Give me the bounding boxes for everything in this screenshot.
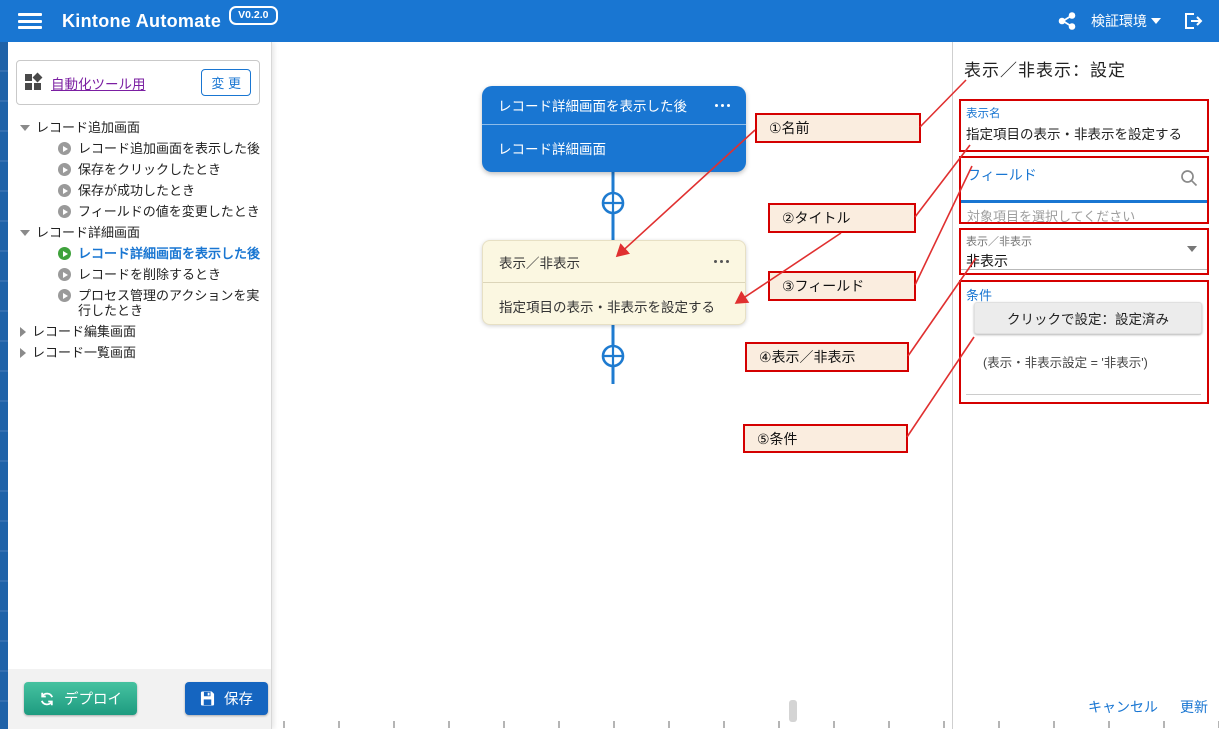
condition-expression: (表示・非表示設定 = '非表示') — [983, 352, 1148, 371]
scrollbar-thumb[interactable] — [789, 700, 797, 722]
tree-group-record-detail[interactable]: レコード詳細画面 — [20, 222, 271, 243]
tree-group-record-list[interactable]: レコード一覧画面 — [20, 342, 271, 363]
condition-set-button[interactable]: クリックで設定：設定済み — [974, 302, 1202, 334]
chevron-down-icon[interactable] — [1187, 246, 1197, 252]
tree-item[interactable]: 保存が成功したとき — [20, 180, 271, 201]
play-icon-active — [58, 247, 71, 260]
add-node-button[interactable] — [603, 193, 623, 213]
chevron-down-icon — [1151, 18, 1161, 24]
tree-group-record-add[interactable]: レコード追加画面 — [20, 117, 271, 138]
play-icon — [58, 142, 71, 155]
tree-item[interactable]: プロセス管理のアクションを実行したとき — [20, 285, 271, 321]
condition-group: 条件 クリックで設定：設定済み (表示・非表示設定 = '非表示') — [959, 280, 1209, 404]
field-search-group: フィールド 対象項目を選択してください — [959, 156, 1209, 224]
settings-panel: 表示／非表示：設定 表示名 指定項目の表示・非表示を設定する フィールド 対象項… — [952, 42, 1219, 729]
hamburger-menu-icon[interactable] — [18, 13, 42, 29]
update-link[interactable]: 更新 — [1180, 697, 1208, 717]
environment-selector[interactable]: 検証環境 — [1091, 11, 1161, 31]
share-icon[interactable] — [1057, 11, 1077, 31]
action-node[interactable]: 表示／非表示 指定項目の表示・非表示を設定する — [482, 240, 746, 325]
action-node-subtitle: 指定項目の表示・非表示を設定する — [483, 283, 745, 328]
app-icon — [25, 74, 42, 91]
app-selector-box: 自動化ツール用 変 更 — [16, 60, 260, 105]
visibility-value: 非表示 — [961, 249, 1207, 271]
sync-icon — [39, 691, 55, 707]
play-icon — [58, 289, 71, 302]
play-icon — [58, 205, 71, 218]
field-placeholder: 対象項目を選択してください — [967, 206, 1135, 225]
environment-label: 検証環境 — [1091, 11, 1147, 31]
trigger-node-title: レコード詳細画面を表示した後 — [498, 95, 687, 115]
display-name-value[interactable]: 指定項目の表示・非表示を設定する — [961, 122, 1207, 143]
tree-item[interactable]: レコード追加画面を表示した後 — [20, 138, 271, 159]
play-icon — [58, 163, 71, 176]
version-badge: V0.2.0 — [229, 6, 277, 25]
save-button[interactable]: 保存 — [185, 682, 268, 715]
action-node-title: 表示／非表示 — [499, 252, 580, 272]
logout-icon[interactable] — [1183, 11, 1205, 31]
condition-label: 条件 — [961, 282, 1207, 304]
annotation-name: ①名前 — [755, 113, 921, 143]
panel-title: 表示／非表示：設定 — [964, 56, 1126, 81]
tree-item[interactable]: 保存をクリックしたとき — [20, 159, 271, 180]
sidebar: 自動化ツール用 変 更 レコード追加画面 レコード追加画面を表示した後 保存をク… — [8, 42, 272, 729]
visibility-label: 表示／非表示 — [961, 230, 1207, 249]
play-icon — [58, 268, 71, 281]
deploy-button[interactable]: デプロイ — [24, 682, 137, 715]
divider — [966, 394, 1201, 395]
add-node-button[interactable] — [603, 346, 623, 366]
more-icon[interactable] — [714, 256, 729, 267]
sidebar-footer: デプロイ 保存 — [8, 669, 271, 729]
play-icon — [58, 184, 71, 197]
divider — [961, 269, 1207, 270]
trigger-node-subtitle: レコード詳細画面 — [482, 125, 746, 170]
app-title: Kintone Automate — [62, 11, 221, 32]
tree-item-selected[interactable]: レコード詳細画面を表示した後 — [20, 243, 271, 264]
display-name-field: 表示名 指定項目の表示・非表示を設定する — [959, 99, 1209, 152]
annotation-visibility: ④表示／非表示 — [745, 342, 909, 372]
annotation-condition: ⑤条件 — [743, 424, 908, 453]
trigger-node[interactable]: レコード詳細画面を表示した後 レコード詳細画面 — [482, 86, 746, 172]
tree-collapse-icon[interactable] — [20, 327, 26, 337]
tree-item[interactable]: レコードを削除するとき — [20, 264, 271, 285]
kintone-automate-app: Kintone Automate V0.2.0 検証環境 自動化ツール用 変 更 — [0, 0, 1219, 729]
field-input-underline[interactable] — [961, 200, 1207, 203]
search-icon[interactable] — [1179, 168, 1199, 193]
more-icon[interactable] — [715, 100, 730, 111]
event-tree: レコード追加画面 レコード追加画面を表示した後 保存をクリックしたとき 保存が成… — [8, 113, 271, 363]
floppy-disk-icon — [200, 691, 215, 706]
annotation-title: ②タイトル — [768, 203, 916, 233]
collapsed-nav-rail[interactable] — [0, 42, 8, 729]
tree-group-record-edit[interactable]: レコード編集画面 — [20, 321, 271, 342]
tree-expand-icon[interactable] — [20, 230, 30, 236]
app-name-link[interactable]: 自動化ツール用 — [51, 73, 146, 93]
tree-item[interactable]: フィールドの値を変更したとき — [20, 201, 271, 222]
cancel-link[interactable]: キャンセル — [1088, 697, 1158, 717]
tree-expand-icon[interactable] — [20, 125, 30, 131]
tree-collapse-icon[interactable] — [20, 348, 26, 358]
visibility-dropdown[interactable]: 表示／非表示 非表示 — [959, 228, 1209, 275]
app-header: Kintone Automate V0.2.0 検証環境 — [0, 0, 1219, 42]
display-name-label: 表示名 — [961, 101, 1207, 122]
change-app-button[interactable]: 変 更 — [201, 69, 251, 96]
field-label: フィールド — [961, 158, 1207, 185]
annotation-field: ③フィールド — [768, 271, 916, 301]
